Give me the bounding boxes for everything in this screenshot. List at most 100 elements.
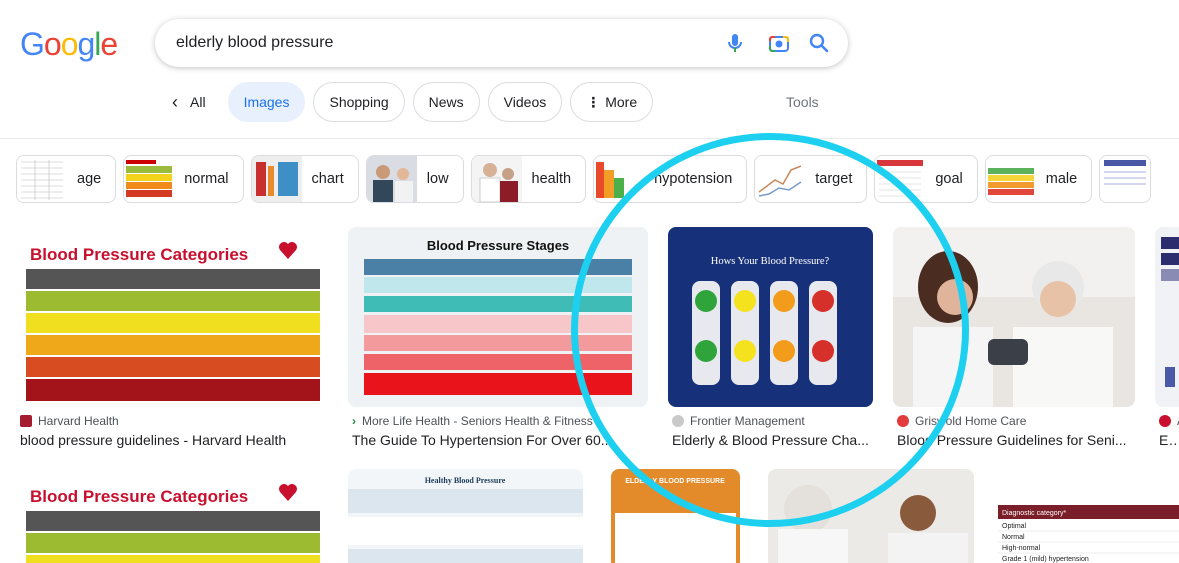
chip-label: chart (311, 171, 344, 187)
tab-all[interactable]: ‹ All (160, 82, 220, 122)
bp-stages-chart-image: Blood Pressure Stages (348, 227, 648, 407)
favicon-icon (20, 415, 32, 427)
result-image[interactable]: Hows Your Blood Pressure? (668, 227, 873, 407)
result-title[interactable]: Blood Pressure Guidelines for Seni... (897, 432, 1131, 448)
result-title[interactable]: blood pressure guidelines - Harvard Heal… (20, 432, 320, 448)
doctor-patient-photo-image (768, 469, 974, 563)
healthy-bp-infographic-image: Healthy Blood Pressure (348, 469, 583, 563)
chip-chart[interactable]: chart (250, 155, 359, 203)
tab-videos-label: Videos (503, 94, 547, 110)
chip-male[interactable]: male (984, 155, 1093, 203)
result-title[interactable]: The Guide To Hypertension For Over 60... (352, 432, 642, 448)
result-source[interactable]: › More Life Health - Seniors Health & Fi… (352, 414, 593, 428)
header-divider (0, 138, 1179, 139)
logo-letter: o (60, 26, 79, 62)
logo-letter: e (100, 26, 118, 62)
result-image[interactable]: Healthy Blood Pressure (348, 469, 583, 563)
result-image[interactable] (768, 469, 974, 563)
tab-videos[interactable]: Videos (487, 82, 563, 122)
image-title: Blood Pressure Categories (30, 487, 248, 506)
search-box (155, 19, 848, 67)
tab-images[interactable]: Images (227, 82, 306, 122)
chip-thumbnail (124, 156, 175, 202)
partial-image (1155, 227, 1179, 407)
elderly-bp-chart-image: ELDERLY BLOOD PRESSURE (611, 469, 740, 563)
chip-target[interactable]: target (754, 155, 868, 203)
chip-health[interactable]: health (470, 155, 587, 203)
result-image[interactable]: Diagnostic category* Optimal Normal High… (994, 469, 1179, 563)
chip-thumbnail (471, 156, 522, 202)
chip-thumbnail (594, 156, 645, 202)
search-tabs: ‹ All Images Shopping News Videos ⋮ More (160, 82, 661, 122)
chip-label: low (426, 171, 449, 187)
result-source-name: More Life Health - Seniors Health & Fitn… (362, 414, 593, 428)
chip-goal[interactable]: goal (874, 155, 978, 203)
chip-hypotension[interactable]: hypotension (593, 155, 748, 203)
favicon-icon (1159, 415, 1171, 427)
chip-normal[interactable]: normal (123, 155, 244, 203)
result-image[interactable] (1155, 227, 1179, 407)
chip-label: male (1045, 171, 1078, 187)
result-title[interactable]: Elderly & Blood Pressure Cha... (672, 432, 872, 448)
result-source-name: Frontier Management (690, 414, 805, 428)
result-image[interactable]: Blood Pressure Categories (16, 227, 328, 407)
image-title: Hows Your Blood Pressure? (711, 256, 830, 267)
image-title: Blood Pressure Stages (427, 238, 569, 253)
chip-thumbnail (985, 156, 1036, 202)
microphone-icon[interactable] (723, 31, 747, 55)
result-image[interactable]: Blood Pressure Stages (348, 227, 648, 407)
logo-letter: G (20, 26, 45, 62)
chip-thumbnail (17, 156, 67, 202)
chip-label: normal (184, 171, 229, 187)
result-title[interactable]: Exp (1159, 432, 1179, 448)
table-row: Grade 1 (mild) hypertension (1002, 556, 1089, 563)
bp-hexagon-chart-image: Hows Your Blood Pressure? (668, 227, 873, 407)
chip-label: target (815, 171, 853, 187)
chip-thumbnail (755, 156, 806, 202)
tab-more[interactable]: ⋮ More (570, 82, 654, 122)
chip-label: hypotension (654, 171, 733, 187)
chip-more-thumb[interactable] (1099, 155, 1152, 203)
image-title: Healthy Blood Pressure (425, 476, 506, 485)
chip-thumbnail (1100, 156, 1151, 202)
table-row: Optimal (1002, 523, 1027, 530)
tab-news[interactable]: News (412, 82, 480, 122)
caregiver-photo-image (893, 227, 1135, 407)
chip-thumbnail (875, 156, 926, 202)
tab-shopping[interactable]: Shopping (313, 82, 405, 122)
chip-label: goal (935, 171, 963, 187)
result-source-name: Harvard Health (38, 414, 119, 428)
more-vert-icon: ⋮ (586, 93, 601, 110)
refinement-chips: age normal chart low health hypotension … (16, 155, 1158, 203)
table-header: Diagnostic category* (1002, 510, 1066, 517)
tab-more-label: More (605, 94, 638, 110)
result-source[interactable]: Griswold Home Care (897, 414, 1026, 428)
google-logo[interactable]: Google (20, 26, 118, 63)
favicon-icon (672, 415, 684, 427)
search-input[interactable] (176, 19, 696, 67)
result-source[interactable]: A (1159, 414, 1179, 428)
arrow-icon: › (352, 414, 356, 428)
search-icon[interactable] (807, 31, 831, 55)
camera-lens-icon[interactable] (767, 31, 791, 55)
result-image[interactable] (893, 227, 1135, 407)
result-source-name: Griswold Home Care (915, 414, 1027, 428)
chip-low[interactable]: low (365, 155, 464, 203)
bp-categories-chart-image: Blood Pressure Categories (16, 227, 328, 407)
chip-thumbnail (251, 156, 302, 202)
chip-thumbnail (366, 156, 417, 202)
chip-age[interactable]: age (16, 155, 117, 203)
image-title: Blood Pressure Categories (30, 245, 248, 264)
tools-button[interactable]: Tools (786, 94, 819, 110)
chip-label: health (531, 171, 572, 187)
chevron-left-icon: ‹ (172, 91, 178, 112)
favicon-icon (897, 415, 909, 427)
tab-shopping-label: Shopping (329, 94, 389, 110)
tab-all-label: All (190, 94, 206, 110)
result-image[interactable]: ELDERLY BLOOD PRESSURE (611, 469, 740, 563)
result-image[interactable]: Blood Pressure Categories (16, 469, 328, 563)
table-row: Normal (1002, 534, 1025, 541)
diagnostic-table-image: Diagnostic category* Optimal Normal High… (994, 469, 1179, 563)
result-source[interactable]: Harvard Health (20, 414, 119, 428)
result-source[interactable]: Frontier Management (672, 414, 805, 428)
